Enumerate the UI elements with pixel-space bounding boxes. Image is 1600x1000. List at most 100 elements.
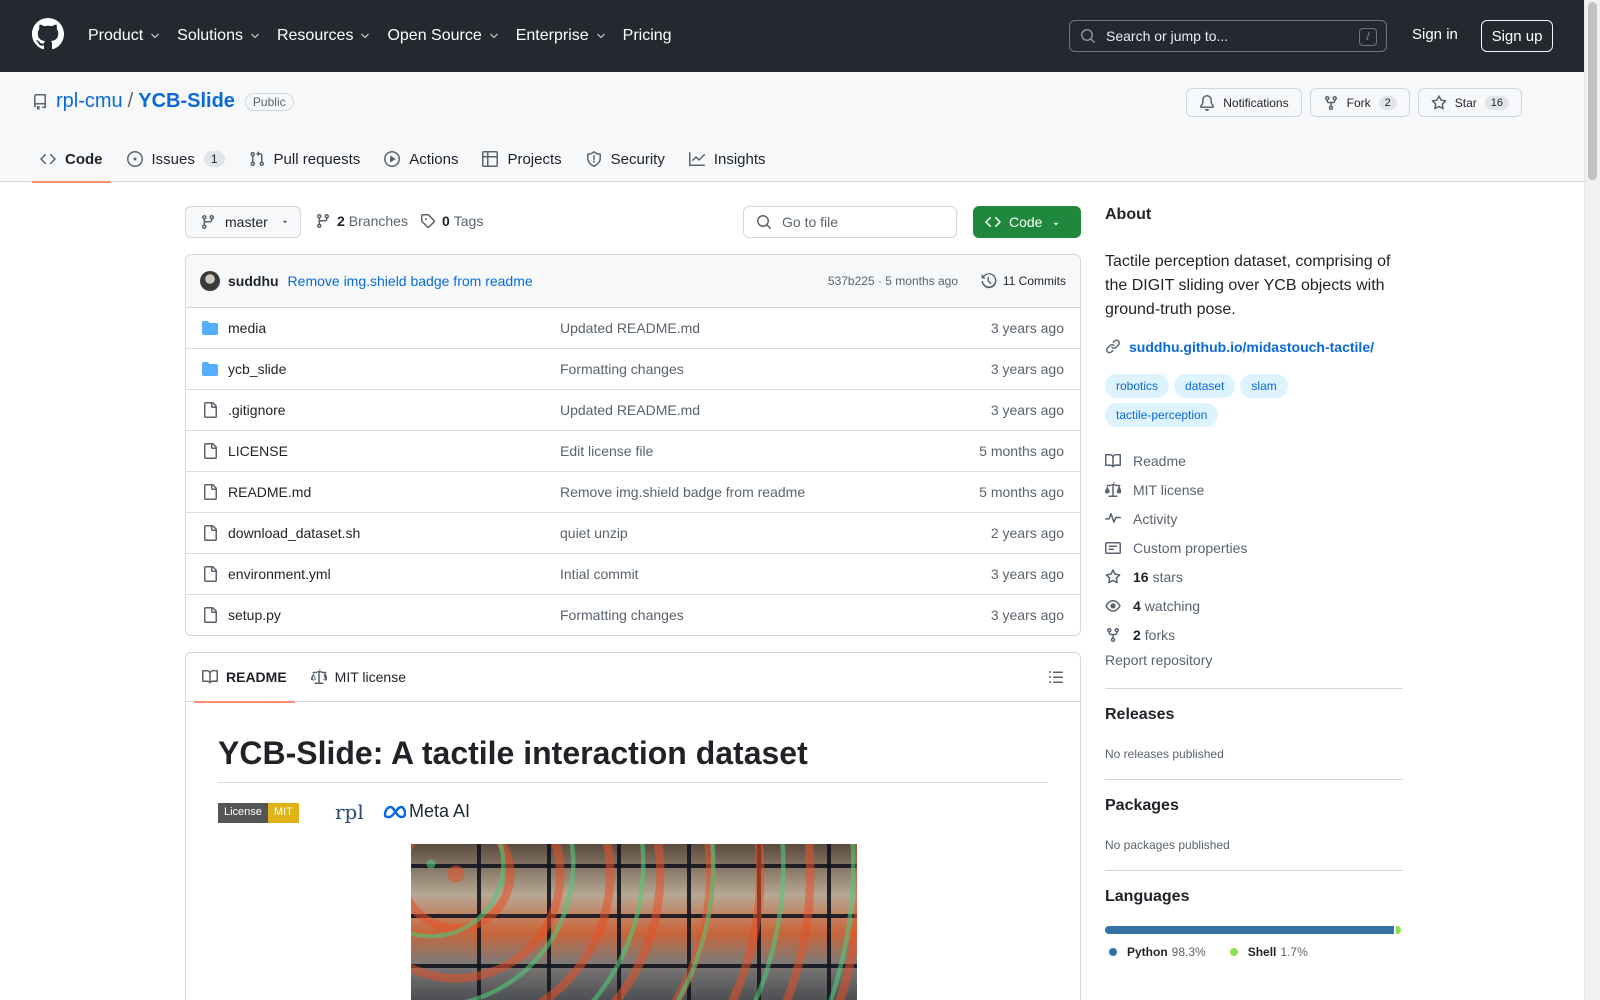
- language-shell[interactable]: Shell 1.7%: [1229, 945, 1308, 959]
- stars-label: stars: [1152, 568, 1183, 585]
- code-icon: [40, 153, 56, 165]
- file-name-link[interactable]: setup.py: [228, 607, 281, 623]
- file-age: 5 months ago: [979, 443, 1064, 459]
- topic-tag[interactable]: tactile-perception: [1105, 403, 1219, 427]
- license-badge[interactable]: License MIT: [218, 803, 299, 823]
- scrollbar-thumb[interactable]: [1588, 2, 1597, 180]
- repo-sidebar: About Tactile perception dataset, compri…: [1105, 206, 1403, 959]
- license-link-label: MIT license: [1133, 481, 1205, 498]
- nav-product[interactable]: Product: [88, 27, 161, 45]
- stars-link[interactable]: 16 stars: [1105, 562, 1247, 591]
- nav-label: Product: [88, 27, 144, 44]
- file-name-link[interactable]: .gitignore: [228, 402, 286, 418]
- search-input[interactable]: Search or jump to... /: [1069, 20, 1387, 52]
- tab-code[interactable]: Code: [32, 136, 111, 183]
- repo-name-link[interactable]: YCB-Slide: [138, 90, 235, 113]
- file-commit-message[interactable]: Updated README.md: [560, 402, 700, 418]
- tab-actions[interactable]: Actions: [376, 136, 466, 182]
- table-row[interactable]: .gitignore Updated README.md 3 years ago: [186, 390, 1080, 431]
- tab-projects[interactable]: Projects: [474, 136, 569, 182]
- commit-author[interactable]: suddhu: [228, 273, 279, 289]
- table-row[interactable]: README.md Remove img.shield badge from re…: [186, 472, 1080, 513]
- commit-message[interactable]: Remove img.shield badge from readme: [288, 273, 533, 289]
- table-row[interactable]: setup.py Formatting changes 3 years ago: [186, 595, 1080, 635]
- file-commit-message[interactable]: Edit license file: [560, 443, 653, 459]
- watchers-link[interactable]: 4 watching: [1105, 591, 1247, 620]
- code-dropdown-button[interactable]: Code: [973, 206, 1081, 238]
- file-age: 3 years ago: [990, 402, 1064, 418]
- file-commit-message[interactable]: quiet unzip: [560, 525, 628, 541]
- file-name-link[interactable]: media: [228, 320, 266, 336]
- language-name: Python: [1127, 945, 1168, 959]
- notifications-button[interactable]: Notifications: [1186, 88, 1302, 117]
- report-repository-link[interactable]: Report repository: [1105, 652, 1212, 668]
- language-python[interactable]: Python 98.3%: [1109, 945, 1206, 959]
- sign-in-link[interactable]: Sign in: [1412, 26, 1458, 43]
- tab-insights[interactable]: Insights: [681, 136, 774, 182]
- branches-link[interactable]: 2 Branches: [315, 213, 408, 229]
- file-age: 3 years ago: [990, 320, 1064, 336]
- tab-readme[interactable]: README: [194, 653, 295, 703]
- nav-open-source[interactable]: Open Source: [387, 27, 499, 45]
- chevron-down-icon: [489, 33, 498, 39]
- tab-issues[interactable]: Issues 1: [119, 136, 233, 182]
- tab-license[interactable]: MIT license: [303, 653, 414, 702]
- page-scrollbar[interactable]: [1584, 0, 1600, 1000]
- table-row[interactable]: media Updated README.md 3 years ago: [186, 308, 1080, 349]
- tags-link[interactable]: 0 Tags: [420, 213, 483, 229]
- topic-tag[interactable]: dataset: [1174, 374, 1236, 398]
- star-button[interactable]: Star 16: [1417, 88, 1522, 117]
- license-link[interactable]: MIT license: [1105, 475, 1247, 504]
- file-name-link[interactable]: LICENSE: [228, 443, 288, 459]
- star-icon: [1105, 568, 1121, 583]
- outline-button[interactable]: [1048, 669, 1064, 685]
- file-commit-message[interactable]: Formatting changes: [560, 361, 684, 377]
- fork-button[interactable]: Fork 2: [1309, 88, 1410, 117]
- topic-tag[interactable]: slam: [1240, 374, 1288, 398]
- file-name-link[interactable]: download_dataset.sh: [228, 525, 360, 541]
- meta-ai-logo[interactable]: Meta AI: [382, 801, 470, 822]
- commits-history-link[interactable]: 11 Commits: [981, 273, 1066, 289]
- folder-icon: [202, 362, 218, 376]
- tab-pull-requests[interactable]: Pull requests: [241, 136, 369, 182]
- file-commit-message[interactable]: Remove img.shield badge from readme: [560, 484, 805, 500]
- tab-security[interactable]: Security: [578, 136, 673, 182]
- github-logo-icon[interactable]: [32, 18, 64, 50]
- readme-link[interactable]: Readme: [1105, 446, 1247, 475]
- topic-tag[interactable]: robotics: [1105, 374, 1170, 398]
- file-icon: [204, 607, 217, 623]
- releases-heading[interactable]: Releases: [1105, 706, 1174, 724]
- table-row[interactable]: environment.yml Intial commit 3 years ago: [186, 554, 1080, 595]
- custom-properties-link[interactable]: Custom properties: [1105, 533, 1247, 562]
- nav-enterprise[interactable]: Enterprise: [516, 27, 607, 45]
- stars-count: 16: [1133, 568, 1149, 585]
- packages-heading[interactable]: Packages: [1105, 797, 1179, 815]
- activity-link[interactable]: Activity: [1105, 504, 1247, 533]
- branch-name: master: [225, 214, 268, 230]
- nav-resources[interactable]: Resources: [277, 27, 371, 45]
- go-to-file-input[interactable]: Go to file: [743, 206, 957, 238]
- file-name-link[interactable]: README.md: [228, 484, 311, 500]
- sign-up-button[interactable]: Sign up: [1481, 20, 1553, 52]
- homepage-url: suddhu.github.io/midastouch-tactile/: [1129, 339, 1374, 355]
- avatar[interactable]: [200, 271, 220, 291]
- table-row[interactable]: download_dataset.sh quiet unzip 2 years ag…: [186, 513, 1080, 554]
- readme-title: YCB-Slide: A tactile interaction dataset: [218, 735, 1048, 783]
- branch-selector[interactable]: master: [185, 206, 301, 238]
- file-commit-message[interactable]: Intial commit: [560, 566, 639, 582]
- homepage-link[interactable]: suddhu.github.io/midastouch-tactile/: [1105, 339, 1374, 355]
- nav-solutions[interactable]: Solutions: [177, 27, 261, 45]
- tab-label: Security: [610, 150, 665, 168]
- table-row[interactable]: LICENSE Edit license file 5 months ago: [186, 431, 1080, 472]
- commit-hash-time[interactable]: 537b225 · 5 months ago: [828, 274, 958, 288]
- file-commit-message[interactable]: Formatting changes: [560, 607, 684, 623]
- table-row[interactable]: ycb_slide Formatting changes 3 years ago: [186, 349, 1080, 390]
- repo-owner-link[interactable]: rpl-cmu: [56, 90, 123, 113]
- file-commit-message[interactable]: Updated README.md: [560, 320, 700, 336]
- file-name-link[interactable]: environment.yml: [228, 566, 331, 582]
- nav-pricing[interactable]: Pricing: [623, 27, 672, 45]
- file-icon-wrap: [202, 607, 218, 623]
- rpl-logo[interactable]: rpl: [335, 800, 364, 824]
- file-name-link[interactable]: ycb_slide: [228, 361, 286, 377]
- forks-link[interactable]: 2 forks: [1105, 620, 1247, 649]
